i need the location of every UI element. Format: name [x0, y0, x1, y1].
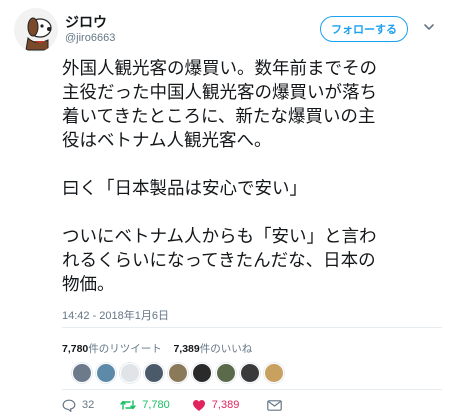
retweet-count: 7,780 — [142, 399, 170, 411]
liker-avatar-7-icon[interactable] — [216, 363, 236, 383]
envelope-icon — [267, 399, 283, 411]
liker-avatar-9-icon[interactable] — [264, 363, 284, 383]
retweets-stat-count: 7,780 — [62, 343, 89, 355]
cartoon-dog-avatar-icon — [14, 8, 58, 52]
likes-stat[interactable]: 7,389件のいいね — [173, 343, 252, 355]
like-button[interactable]: 7,389 — [192, 399, 240, 412]
likes-stat-label: 件のいいね — [199, 343, 253, 355]
liker-avatar-3-icon[interactable] — [120, 363, 140, 383]
follow-button[interactable]: フォローする — [320, 16, 408, 42]
liker-avatars — [72, 363, 284, 383]
direct-message-button[interactable] — [267, 399, 283, 411]
heart-icon — [192, 399, 206, 412]
liker-avatar-8-icon[interactable] — [240, 363, 260, 383]
liker-avatar-1-icon[interactable] — [72, 363, 92, 383]
divider — [62, 389, 442, 390]
engagement-stats: 7,780件のリツイート 7,389件のいいね — [62, 341, 252, 356]
reply-icon — [62, 399, 76, 412]
reply-count: 32 — [82, 399, 95, 411]
retweets-stat-label: 件のリツイート — [88, 343, 162, 355]
divider — [62, 327, 442, 328]
likes-stat-count: 7,389 — [173, 343, 200, 355]
retweet-icon — [120, 399, 136, 411]
liker-avatar-5-icon[interactable] — [168, 363, 188, 383]
tweet-timestamp[interactable]: 14:42 - 2018年1月6日 — [62, 307, 169, 323]
retweet-button[interactable]: 7,780 — [120, 399, 170, 411]
user-handle[interactable]: @jiro6663 — [65, 32, 115, 44]
display-name[interactable]: ジロウ — [65, 12, 107, 32]
liker-avatar-4-icon[interactable] — [144, 363, 164, 383]
avatar[interactable] — [14, 8, 58, 52]
chevron-down-icon[interactable] — [420, 18, 438, 36]
liker-avatar-2-icon[interactable] — [96, 363, 116, 383]
retweets-stat[interactable]: 7,780件のリツイート — [62, 343, 162, 355]
tweet-text: 外国人観光客の爆買い。数年前までその 主役だった中国人観光客の爆買いが落ち 着い… — [62, 59, 377, 295]
reply-button[interactable]: 32 — [62, 399, 94, 412]
liker-avatar-6-icon[interactable] — [192, 363, 212, 383]
action-bar: 32 7,780 7,389 — [62, 398, 283, 412]
like-count: 7,389 — [211, 399, 240, 411]
